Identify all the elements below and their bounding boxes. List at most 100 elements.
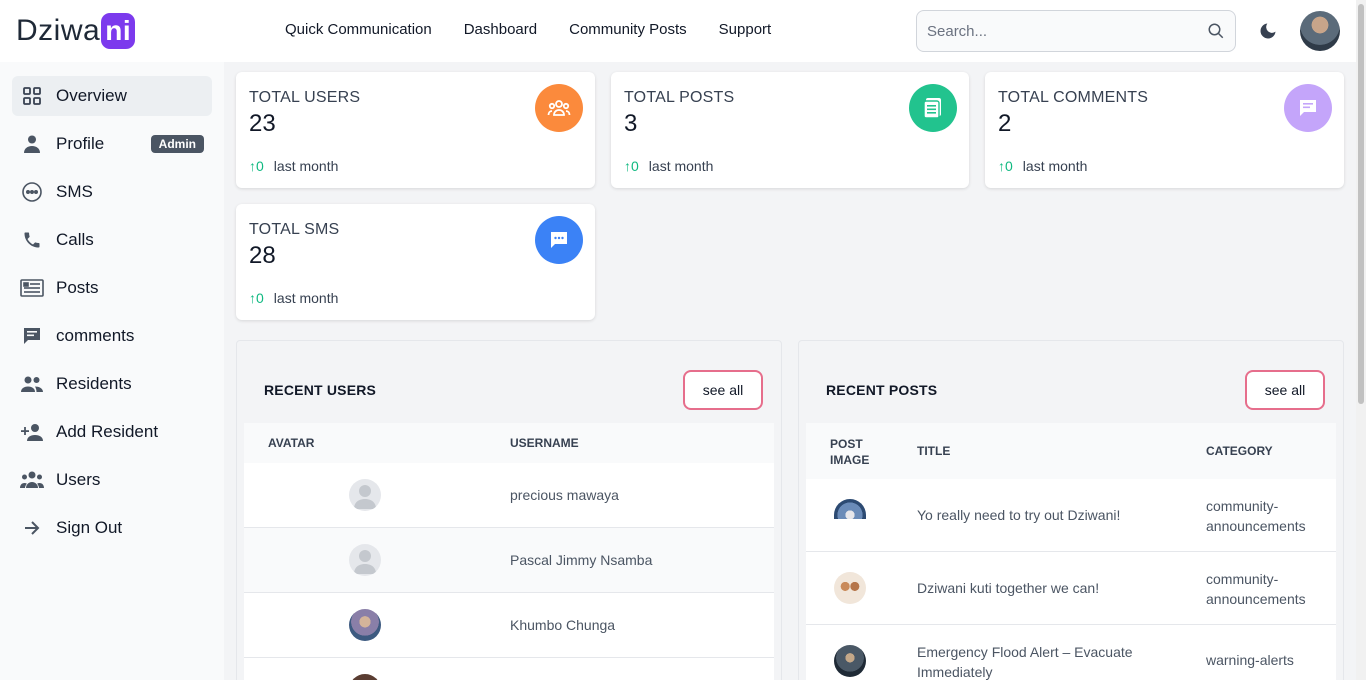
- stat-footer: ↑0 last month: [249, 158, 338, 174]
- sidebar-item-label: Users: [56, 470, 101, 489]
- post-title-cell: Yo really need to try out Dziwani!: [917, 507, 1121, 523]
- default-avatar-icon: [349, 544, 381, 576]
- sidebar-item-label: Calls: [56, 230, 94, 249]
- stat-delta: 0: [1005, 158, 1013, 174]
- table-row[interactable]: Dziwani kuti together we can! community-…: [806, 552, 1336, 625]
- arrow-up-icon: ↑0: [998, 158, 1013, 174]
- stat-period: last month: [648, 158, 714, 174]
- post-category-cell: community-announcements: [1206, 498, 1306, 534]
- sidebar-item-sms[interactable]: SMS: [12, 172, 212, 212]
- table-row[interactable]: Yo really need to try out Dziwani! commu…: [806, 479, 1336, 552]
- sidebar-item-posts[interactable]: Posts: [12, 268, 212, 308]
- see-all-posts-button[interactable]: see all: [1245, 370, 1325, 410]
- users-table-header: AVATAR USERNAME: [244, 423, 774, 463]
- sms-icon: [535, 216, 583, 264]
- sidebar-item-label: Add Resident: [56, 422, 159, 441]
- stat-label: TOTAL POSTS: [624, 89, 735, 106]
- sidebar-item-label: SMS: [56, 182, 93, 201]
- recent-users-panel: RECENT USERS see all AVATAR USERNAME pre…: [236, 340, 782, 680]
- username-cell: Pascal Jimmy Nsamba: [510, 552, 653, 568]
- table-row[interactable]: Emergency Flood Alert – Evacuate Immedia…: [806, 625, 1336, 680]
- see-all-users-button[interactable]: see all: [683, 370, 763, 410]
- stat-label: TOTAL SMS: [249, 221, 340, 238]
- comment-icon: [20, 324, 44, 348]
- stat-card-total-users: TOTAL USERS 23 ↑0 last month: [236, 72, 595, 188]
- default-avatar-icon: [349, 479, 381, 511]
- scrollbar-thumb[interactable]: [1358, 4, 1364, 404]
- post-category-cell: community-announcements: [1206, 571, 1306, 607]
- document-icon: [909, 84, 957, 132]
- arrow-up-icon: ↑0: [624, 158, 639, 174]
- stat-delta: 0: [631, 158, 639, 174]
- post-image: [834, 572, 866, 604]
- grid-icon: [20, 84, 44, 108]
- stat-label: TOTAL USERS: [249, 89, 361, 106]
- sidebar-item-residents[interactable]: Residents: [12, 364, 212, 404]
- users-group-icon: [535, 84, 583, 132]
- column-header-username: USERNAME: [510, 436, 579, 450]
- table-row[interactable]: precious mawaya: [244, 463, 774, 528]
- sidebar-item-label: Overview: [56, 86, 127, 105]
- stat-value: 23: [249, 110, 276, 137]
- table-row[interactable]: Pascal Jimmy Nsamba: [244, 528, 774, 593]
- person-add-icon: [20, 420, 44, 444]
- stat-card-total-comments: TOTAL COMMENTS 2 ↑0 last month: [985, 72, 1344, 188]
- user-avatar: [349, 674, 381, 680]
- sidebar-item-label: comments: [56, 326, 135, 345]
- stat-delta: 0: [256, 290, 264, 306]
- sidebar-item-label: Posts: [56, 278, 99, 297]
- comment-icon: [1284, 84, 1332, 132]
- table-row[interactable]: [244, 658, 774, 680]
- post-image: [834, 645, 866, 677]
- sidebar-item-overview[interactable]: Overview: [12, 76, 212, 116]
- sidebar-item-users[interactable]: Users: [12, 460, 212, 500]
- post-image: [834, 499, 866, 519]
- logo-badge: ni: [101, 13, 136, 49]
- newspaper-icon: [20, 276, 44, 300]
- sidebar-item-sign-out[interactable]: Sign Out: [12, 508, 212, 548]
- stat-delta: 0: [256, 158, 264, 174]
- post-title-cell: Emergency Flood Alert – Evacuate Immedia…: [917, 644, 1133, 680]
- post-category-cell: warning-alerts: [1206, 652, 1294, 668]
- stat-footer: ↑0 last month: [249, 290, 338, 306]
- recent-users-title: RECENT USERS: [264, 382, 377, 398]
- moon-icon[interactable]: [1258, 21, 1278, 41]
- stat-value: 2: [998, 110, 1012, 137]
- group-icon: [20, 372, 44, 396]
- stat-period: last month: [273, 158, 339, 174]
- stat-period: last month: [273, 290, 339, 306]
- user-avatar[interactable]: [1300, 11, 1340, 51]
- stat-footer: ↑0 last month: [998, 158, 1087, 174]
- admin-badge: Admin: [150, 135, 204, 153]
- nav-support[interactable]: Support: [719, 21, 772, 38]
- search-box: [916, 10, 1236, 52]
- stat-footer: ↑0 last month: [624, 158, 713, 174]
- recent-posts-panel: RECENT POSTS see all POST IMAGE TITLE CA…: [798, 340, 1344, 680]
- column-header-post-image: POST IMAGE: [830, 437, 870, 467]
- arrow-up-icon: ↑0: [249, 290, 264, 306]
- search-input[interactable]: [927, 22, 1207, 40]
- nav-dashboard[interactable]: Dashboard: [464, 21, 537, 38]
- nav-quick-communication[interactable]: Quick Communication: [285, 21, 432, 38]
- nav-community-posts[interactable]: Community Posts: [569, 21, 687, 38]
- post-title-cell: Dziwani kuti together we can!: [917, 580, 1100, 596]
- app-logo[interactable]: Dziwa ni: [16, 12, 136, 50]
- sidebar-item-label: Sign Out: [56, 518, 123, 537]
- sidebar-item-calls[interactable]: Calls: [12, 220, 212, 260]
- user-avatar: [349, 609, 381, 641]
- person-icon: [20, 132, 44, 156]
- sidebar-item-add-resident[interactable]: Add Resident: [12, 412, 212, 452]
- phone-icon: [20, 228, 44, 252]
- sidebar-item-label: Profile: [56, 134, 105, 153]
- table-row[interactable]: Khumbo Chunga: [244, 593, 774, 658]
- search-icon[interactable]: [1207, 22, 1225, 40]
- sidebar-item-comments[interactable]: comments: [12, 316, 212, 356]
- arrow-right-icon: [20, 516, 44, 540]
- stat-label: TOTAL COMMENTS: [998, 89, 1149, 106]
- stat-period: last month: [1022, 158, 1088, 174]
- username-cell: precious mawaya: [510, 487, 619, 503]
- users-icon: [20, 468, 44, 492]
- logo-text: Dziwa: [16, 14, 101, 47]
- sidebar-item-profile[interactable]: Profile Admin: [12, 124, 212, 164]
- arrow-up-icon: ↑0: [249, 158, 264, 174]
